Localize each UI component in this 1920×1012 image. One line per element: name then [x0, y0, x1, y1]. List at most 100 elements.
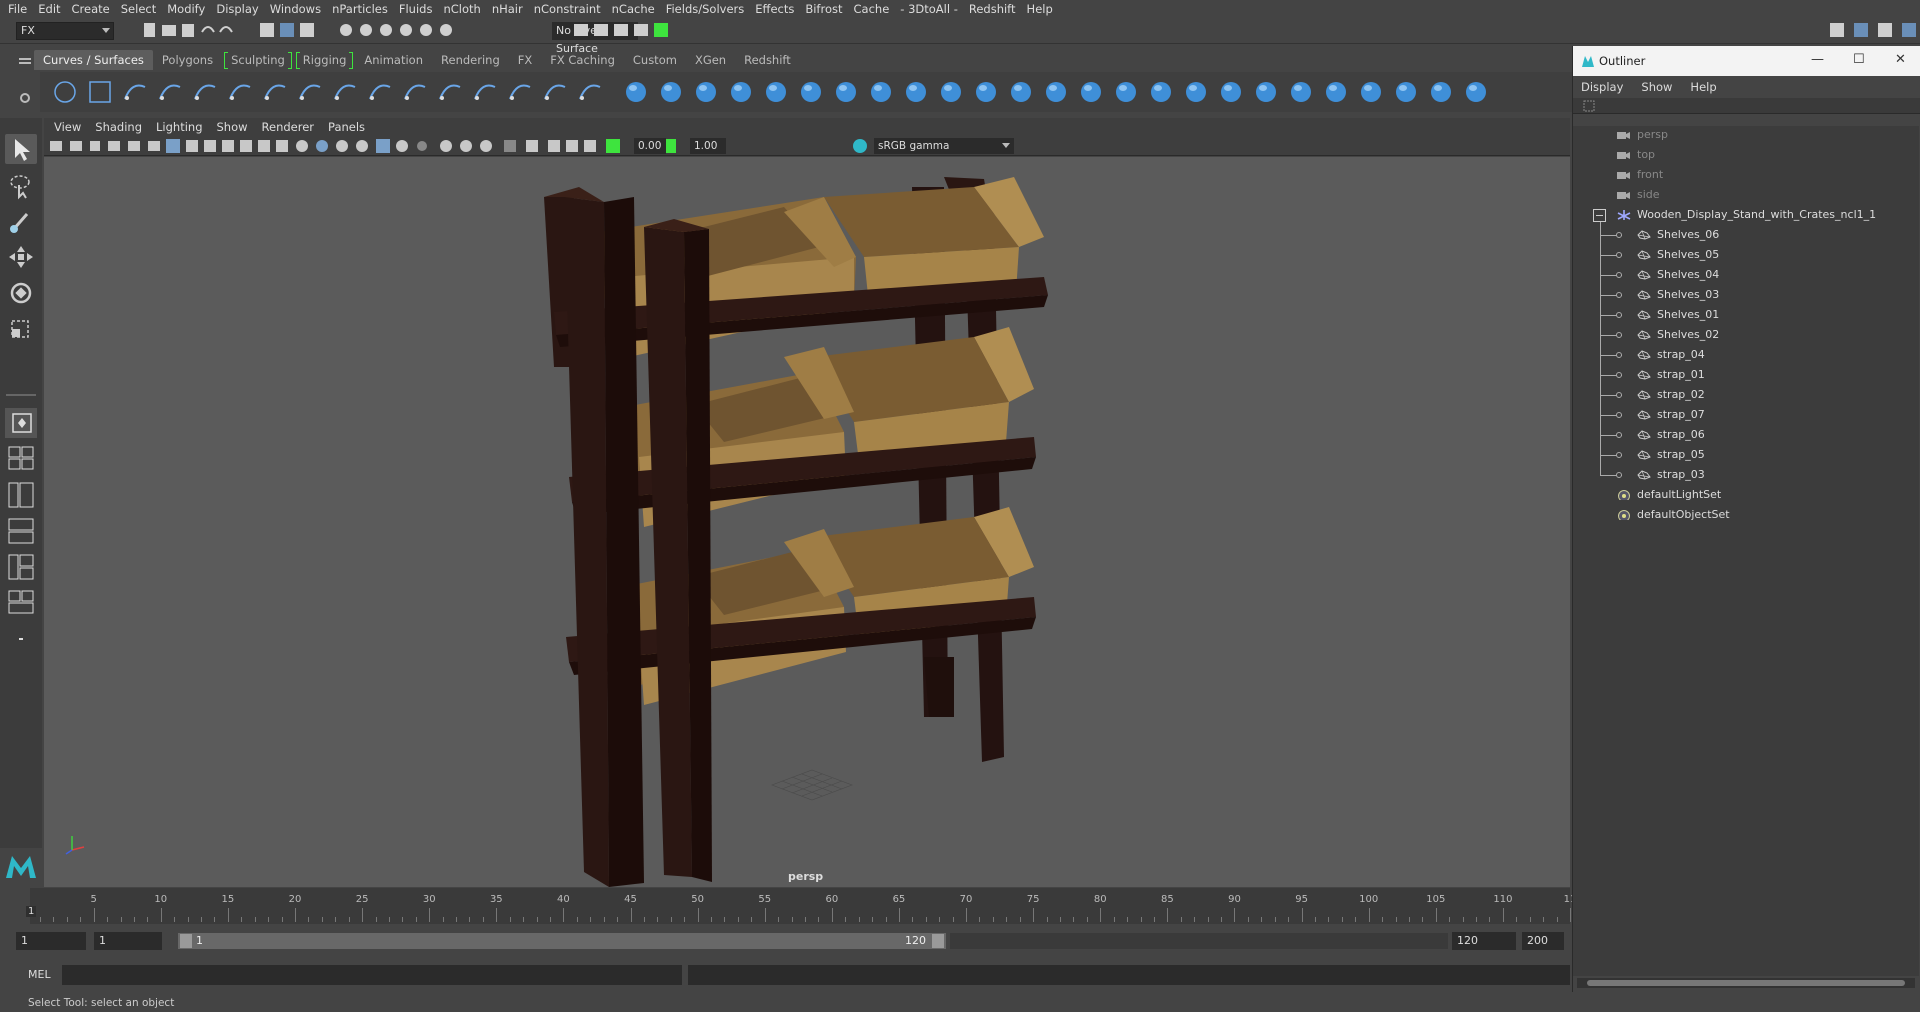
- expand-dot[interactable]: [1616, 412, 1622, 418]
- panel-menu-item[interactable]: Show: [217, 120, 248, 134]
- menu-item[interactable]: Help: [1027, 2, 1053, 16]
- command-language-label[interactable]: MEL: [28, 968, 51, 981]
- menu-set-selector[interactable]: FX: [16, 22, 114, 40]
- offset-curve-icon[interactable]: [472, 79, 498, 105]
- expand-dot[interactable]: [1616, 392, 1622, 398]
- extend-curve-icon[interactable]: [437, 79, 463, 105]
- outliner-mesh-node[interactable]: Shelves_04: [1637, 266, 1719, 284]
- animation-end-field[interactable]: 200: [1522, 932, 1564, 950]
- stitch-icon[interactable]: [1463, 79, 1489, 105]
- nurbs-square-icon[interactable]: [87, 79, 113, 105]
- square-surface-icon[interactable]: [1043, 79, 1069, 105]
- move-tool[interactable]: [5, 242, 37, 272]
- animation-start-field[interactable]: 1: [16, 932, 86, 950]
- select-tool[interactable]: [5, 134, 37, 164]
- panel-menu-item[interactable]: View: [54, 120, 81, 134]
- attach-curve-icon[interactable]: [332, 79, 358, 105]
- birail-icon[interactable]: [973, 79, 999, 105]
- outliner-mesh-node[interactable]: Shelves_05: [1637, 246, 1719, 264]
- nurbs-plane-icon[interactable]: [763, 79, 789, 105]
- range-start-handle[interactable]: [180, 934, 192, 948]
- shelf-tab[interactable]: Sculpting: [222, 50, 294, 70]
- shelf-tab[interactable]: XGen: [686, 50, 735, 70]
- intersect-icon[interactable]: [1183, 79, 1209, 105]
- outliner-mesh-node[interactable]: Shelves_03: [1637, 286, 1719, 304]
- menu-item[interactable]: Create: [72, 2, 110, 16]
- paint-select-tool[interactable]: [5, 206, 37, 236]
- nurbs-circle-icon[interactable]: [52, 79, 78, 105]
- attach-surface-icon[interactable]: [1288, 79, 1314, 105]
- menu-item[interactable]: File: [8, 2, 27, 16]
- outliner-filter-bar[interactable]: [1573, 98, 1920, 114]
- persp-hypershade-layout[interactable]: [5, 552, 37, 582]
- menu-item[interactable]: Redshift: [969, 2, 1016, 16]
- curve-tool-icon[interactable]: [297, 79, 323, 105]
- maximize-icon[interactable]: ☐: [1853, 52, 1865, 67]
- expand-dot[interactable]: [1616, 452, 1622, 458]
- menu-item[interactable]: nCache: [612, 2, 655, 16]
- time-slider[interactable]: 5 10 15 20 25 30 35 40 45 50 55 60 65 70 75 80 85 90 95 100…: [30, 888, 1576, 924]
- range-slider[interactable]: 1 120: [178, 933, 946, 949]
- extrude-icon[interactable]: [938, 79, 964, 105]
- outliner-mesh-node[interactable]: strap_01: [1637, 366, 1705, 384]
- nurbs-torus-icon[interactable]: [798, 79, 824, 105]
- single-perspective-layout[interactable]: [5, 408, 37, 438]
- nurbs-cube-icon[interactable]: [658, 79, 684, 105]
- outliner-set-node[interactable]: defaultObjectSet: [1617, 506, 1730, 524]
- outliner-set-node[interactable]: defaultLightSet: [1617, 486, 1721, 504]
- persp-outliner-layout[interactable]: [5, 480, 37, 510]
- outliner-camera-node[interactable]: side: [1617, 186, 1660, 204]
- outliner-titlebar[interactable]: Outliner — ☐ ✕: [1573, 46, 1920, 76]
- shelf-settings-icon[interactable]: [16, 52, 36, 112]
- color-management-icon[interactable]: [852, 138, 868, 154]
- outliner-mesh-node[interactable]: strap_04: [1637, 346, 1705, 364]
- menu-item[interactable]: Fields/Solvers: [666, 2, 745, 16]
- menu-item[interactable]: Display: [216, 2, 258, 16]
- panel-menu-item[interactable]: Lighting: [156, 120, 202, 134]
- shelf-tab[interactable]: Rendering: [432, 50, 509, 70]
- open-close-icon[interactable]: [1393, 79, 1419, 105]
- persp-graph-layout[interactable]: [5, 516, 37, 546]
- trim-icon[interactable]: [1218, 79, 1244, 105]
- minimize-icon[interactable]: —: [1811, 52, 1824, 67]
- menu-item[interactable]: Windows: [270, 2, 321, 16]
- pencil-curve-icon[interactable]: [192, 79, 218, 105]
- shelf-tab[interactable]: Polygons: [153, 50, 222, 70]
- expand-dot[interactable]: [1616, 232, 1622, 238]
- scale-tool[interactable]: [5, 314, 37, 344]
- shelf-tab[interactable]: Curves / Surfaces: [34, 50, 153, 70]
- outliner-mesh-node[interactable]: Shelves_01: [1637, 306, 1719, 324]
- ep-curve-icon[interactable]: [157, 79, 183, 105]
- panel-menu-item[interactable]: Shading: [95, 120, 142, 134]
- expand-dot[interactable]: [1616, 332, 1622, 338]
- menu-item[interactable]: Select: [121, 2, 156, 16]
- expand-dot[interactable]: [1616, 312, 1622, 318]
- shelf-tab[interactable]: Rigging: [294, 50, 356, 70]
- expand-dot[interactable]: [1616, 272, 1622, 278]
- nurbs-sphere-icon[interactable]: [623, 79, 649, 105]
- outliner-mesh-node[interactable]: strap_05: [1637, 446, 1705, 464]
- loft-icon[interactable]: [868, 79, 894, 105]
- menu-item[interactable]: - 3DtoAll -: [900, 2, 958, 16]
- insert-isoparm-icon[interactable]: [1358, 79, 1384, 105]
- close-icon[interactable]: ✕: [1895, 52, 1906, 67]
- gamma-field[interactable]: 1.00: [690, 138, 726, 154]
- expand-dot[interactable]: [1616, 372, 1622, 378]
- outliner-camera-node[interactable]: front: [1617, 166, 1663, 184]
- menu-item[interactable]: nParticles: [332, 2, 388, 16]
- rebuild-curve-icon[interactable]: [507, 79, 533, 105]
- playback-end-field[interactable]: 120: [1452, 932, 1516, 950]
- insert-knot-icon[interactable]: [402, 79, 428, 105]
- expand-dot[interactable]: [1616, 292, 1622, 298]
- outliner-mesh-node[interactable]: strap_07: [1637, 406, 1705, 424]
- expand-dot[interactable]: [1616, 472, 1622, 478]
- menu-item[interactable]: nHair: [492, 2, 523, 16]
- add-points-icon[interactable]: [542, 79, 568, 105]
- lasso-tool[interactable]: [5, 170, 37, 200]
- exposure-field[interactable]: 0.00: [634, 138, 666, 154]
- detach-curve-icon[interactable]: [367, 79, 393, 105]
- playback-start-field[interactable]: 1: [94, 932, 162, 950]
- rotate-tool[interactable]: [5, 278, 37, 308]
- outliner-mesh-node[interactable]: strap_02: [1637, 386, 1705, 404]
- sculpt-geometry-icon[interactable]: [1428, 79, 1454, 105]
